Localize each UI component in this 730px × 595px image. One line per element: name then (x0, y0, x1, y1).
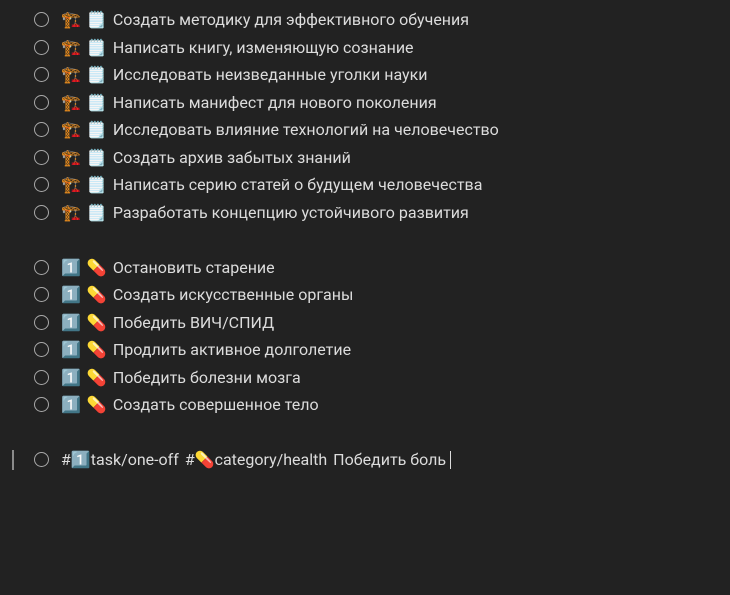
task-text: Создать архив забытых знаний (113, 148, 351, 167)
hash-prefix: # (61, 450, 71, 469)
pill-icon: 💊 (87, 395, 107, 414)
task-row[interactable]: 1️⃣ 💊 Победить ВИЧ/СПИД (34, 309, 730, 337)
notepad-icon: 🗒️ (87, 38, 107, 57)
cursor-line-marker (12, 450, 14, 470)
task-row[interactable]: 🏗️ 🗒️ Создать архив забытых знаний (34, 144, 730, 172)
notepad-icon: 🗒️ (87, 93, 107, 112)
notepad-icon: 🗒️ (87, 175, 107, 194)
task-checkbox[interactable] (34, 67, 49, 82)
one-icon: 1️⃣ (61, 285, 81, 304)
pill-icon: 💊 (87, 368, 107, 387)
task-row[interactable]: 🏗️ 🗒️ Разработать концепцию устойчивого … (34, 199, 730, 227)
task-text: Победить ВИЧ/СПИД (113, 313, 274, 332)
crane-icon: 🏗️ (61, 38, 81, 57)
task-text: Победить болезни мозга (113, 368, 301, 387)
task-text: Продлить активное долголетие (113, 340, 351, 359)
crane-icon: 🏗️ (61, 148, 81, 167)
hash-prefix: # (185, 450, 195, 469)
one-icon: 1️⃣ (61, 368, 81, 387)
group-spacer (34, 419, 730, 447)
task-checkbox[interactable] (34, 122, 49, 137)
task-checkbox[interactable] (34, 397, 49, 412)
task-text: Написать манифест для нового поколения (113, 93, 437, 112)
task-checkbox[interactable] (34, 370, 49, 385)
notepad-icon: 🗒️ (87, 148, 107, 167)
task-row[interactable]: 1️⃣ 💊 Продлить активное долголетие (34, 336, 730, 364)
pill-icon: 💊 (87, 340, 107, 359)
text-caret (450, 451, 451, 469)
crane-icon: 🏗️ (61, 93, 81, 112)
notepad-icon: 🗒️ (87, 10, 107, 29)
crane-icon: 🏗️ (61, 65, 81, 84)
task-row[interactable]: 1️⃣ 💊 Создать совершенное тело (34, 391, 730, 419)
notepad-icon: 🗒️ (87, 120, 107, 139)
task-group-projects: 🏗️ 🗒️ Создать методику для эффективного … (34, 6, 730, 226)
task-row[interactable]: 1️⃣ 💊 Остановить старение (34, 254, 730, 282)
crane-icon: 🏗️ (61, 10, 81, 29)
one-icon: 1️⃣ (71, 450, 91, 469)
task-checkbox[interactable] (34, 452, 49, 467)
task-row[interactable]: 🏗️ 🗒️ Исследовать неизведанные уголки на… (34, 61, 730, 89)
tag-task-oneoff[interactable]: #1️⃣task/one-off (61, 450, 179, 469)
task-row[interactable]: 🏗️ 🗒️ Написать книгу, изменяющую сознани… (34, 34, 730, 62)
task-checkbox[interactable] (34, 40, 49, 55)
task-text: Создать искусственные органы (113, 285, 354, 304)
crane-icon: 🏗️ (61, 175, 81, 194)
task-text: Остановить старение (113, 258, 275, 277)
task-checkbox[interactable] (34, 177, 49, 192)
task-text: Разработать концепцию устойчивого развит… (113, 203, 469, 222)
task-text: Исследовать неизведанные уголки науки (113, 65, 428, 84)
task-text: Создать совершенное тело (113, 395, 319, 414)
task-row[interactable]: 🏗️ 🗒️ Исследовать влияние технологий на … (34, 116, 730, 144)
one-icon: 1️⃣ (61, 340, 81, 359)
task-checkbox[interactable] (34, 260, 49, 275)
task-checkbox[interactable] (34, 150, 49, 165)
tag-text: task/one-off (91, 450, 179, 469)
tag-category-health[interactable]: #💊category/health (185, 450, 327, 469)
one-icon: 1️⃣ (61, 313, 81, 332)
task-checkbox[interactable] (34, 12, 49, 27)
task-checkbox[interactable] (34, 205, 49, 220)
notepad-icon: 🗒️ (87, 203, 107, 222)
task-row[interactable]: 🏗️ 🗒️ Создать методику для эффективного … (34, 6, 730, 34)
one-icon: 1️⃣ (61, 395, 81, 414)
task-text: Исследовать влияние технологий на челове… (113, 120, 499, 139)
task-checkbox[interactable] (34, 342, 49, 357)
one-icon: 1️⃣ (61, 258, 81, 277)
pill-icon: 💊 (87, 313, 107, 332)
task-checkbox[interactable] (34, 287, 49, 302)
pill-icon: 💊 (87, 285, 107, 304)
task-text: Написать серию статей о будущем человече… (113, 175, 483, 194)
task-group-health: 1️⃣ 💊 Остановить старение 1️⃣ 💊 Создать … (34, 254, 730, 419)
task-checkbox[interactable] (34, 315, 49, 330)
crane-icon: 🏗️ (61, 120, 81, 139)
tag-text: category/health (215, 450, 328, 469)
notepad-icon: 🗒️ (87, 65, 107, 84)
task-row[interactable]: 1️⃣ 💊 Победить болезни мозга (34, 364, 730, 392)
task-list-page: 🏗️ 🗒️ Создать методику для эффективного … (0, 0, 730, 480)
new-task-input-row[interactable]: #1️⃣task/one-off #💊category/health Побед… (34, 446, 730, 474)
task-checkbox[interactable] (34, 95, 49, 110)
task-text: Создать методику для эффективного обучен… (113, 10, 469, 29)
pill-icon: 💊 (87, 258, 107, 277)
group-spacer (34, 226, 730, 254)
task-row[interactable]: 🏗️ 🗒️ Написать серию статей о будущем че… (34, 171, 730, 199)
new-task-text[interactable]: Победить боль (333, 450, 446, 469)
task-row[interactable]: 1️⃣ 💊 Создать искусственные органы (34, 281, 730, 309)
task-text: Написать книгу, изменяющую сознание (113, 38, 414, 57)
crane-icon: 🏗️ (61, 203, 81, 222)
task-row[interactable]: 🏗️ 🗒️ Написать манифест для нового покол… (34, 89, 730, 117)
pill-icon: 💊 (195, 450, 215, 469)
